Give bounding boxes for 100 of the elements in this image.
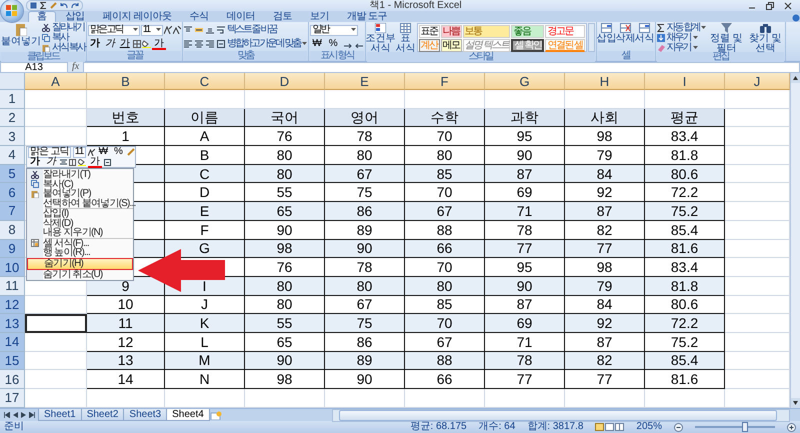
font-style-button[interactable]: 가 (44, 157, 58, 167)
menu-item[interactable]: 행 높이(R)... (27, 248, 133, 258)
table-cell: K (165, 314, 245, 333)
font-style-button[interactable]: 가 (28, 157, 42, 167)
table-cell: 80 (405, 276, 485, 296)
menu-item[interactable]: 선택하여 붙여넣기(S)... (27, 198, 133, 208)
row-header[interactable]: 8 (0, 220, 25, 240)
currency-button[interactable]: ₩ (96, 147, 110, 157)
row-header[interactable]: 1 (0, 90, 25, 109)
table-cell: 76 (245, 127, 325, 146)
column-header[interactable]: B (87, 73, 165, 90)
sort-filter-button[interactable]: 정렬 및 필터 (707, 23, 746, 52)
font-size-field[interactable]: 11 (140, 24, 163, 36)
percent-button[interactable]: % (112, 147, 125, 157)
column-header[interactable]: H (565, 73, 645, 90)
table-cell: 80.6 (645, 164, 725, 184)
ribbon-tab[interactable]: 데이터 (218, 11, 263, 22)
ribbon-tab[interactable]: 검토 (264, 11, 300, 22)
currency-button[interactable]: ₩ (310, 39, 324, 50)
menu-item[interactable]: 숨기기 취소(U) (27, 270, 133, 279)
cell-style[interactable]: 좋음 (511, 25, 544, 38)
header-cell: 평균 (645, 108, 725, 128)
row-header[interactable]: 3 (0, 127, 25, 146)
name-box[interactable]: A13 (0, 62, 68, 72)
font-style-button[interactable]: 가 (118, 39, 132, 49)
table-cell: 11 (87, 314, 165, 333)
zoom-level[interactable]: 205% (636, 421, 662, 433)
cell-style[interactable]: 설명 텍스트 (462, 39, 510, 52)
row-header[interactable]: 9 (0, 240, 25, 258)
ribbon-tab[interactable]: 수식 (181, 11, 216, 22)
ribbon-command[interactable]: 복사 (42, 33, 85, 43)
row-header[interactable]: 17 (0, 389, 25, 408)
wrap-text-button[interactable]: 텍스트 줄 바꿈 (216, 25, 276, 35)
ribbon-command[interactable]: 삭제 (616, 23, 635, 51)
table-cell: 77 (485, 370, 565, 389)
cell-style[interactable]: 메모 (440, 39, 462, 52)
menu-item[interactable]: 셀 서식(F)... (27, 238, 133, 248)
menu-item[interactable]: 삭제(D) (27, 218, 133, 228)
status-average: 평균: 68.175 (410, 421, 467, 433)
merge-center-button[interactable]: 병합하고 가운데 맞춤 (216, 39, 308, 49)
column-header[interactable]: G (485, 73, 565, 90)
ribbon-tab[interactable]: 개발 도구 (338, 11, 396, 22)
table-cell: 98 (565, 127, 645, 146)
row-header[interactable]: 13 (0, 314, 25, 333)
percent-button[interactable]: % (326, 39, 340, 50)
column-header[interactable]: D (245, 73, 325, 90)
font-name-field[interactable]: 맑은 고딕 (28, 146, 71, 158)
row-header[interactable]: 2 (0, 108, 25, 128)
ribbon-tab[interactable]: 삽입 (58, 11, 92, 22)
menu-item[interactable]: 복사(C) (27, 180, 133, 189)
sheet-tab[interactable]: Sheet3 (123, 409, 168, 421)
row-header[interactable]: 14 (0, 332, 25, 352)
row-header[interactable]: 4 (0, 146, 25, 165)
ribbon-command[interactable]: 채우기 (656, 33, 706, 43)
row-header[interactable]: 7 (0, 202, 25, 221)
row-header[interactable]: 6 (0, 183, 25, 202)
sheet-tab[interactable]: Sheet1 (38, 409, 82, 421)
column-header[interactable]: I (645, 73, 725, 90)
row-header[interactable]: 12 (0, 296, 25, 314)
table-cell: 80 (245, 276, 325, 296)
row-header[interactable]: 16 (0, 370, 25, 389)
row-header[interactable]: 15 (0, 352, 25, 370)
conditional-format-button[interactable]: 조건부 서식 (366, 23, 395, 52)
cell-style[interactable]: 경고문 (545, 25, 585, 38)
menu-item[interactable]: 숨기기(H) (27, 258, 133, 270)
sheet-tab[interactable]: Sheet2 (80, 409, 124, 421)
row-header[interactable]: 10 (0, 258, 25, 277)
table-cell: 70 (405, 127, 485, 146)
paste-button[interactable]: 붙여넣기 (1, 23, 41, 52)
ribbon-command[interactable]: 삽입 (598, 23, 616, 51)
menu-item[interactable]: 삽입(I) (27, 209, 133, 218)
ribbon-command[interactable]: 잘라내기 (42, 23, 85, 33)
font-style-button[interactable]: 가 (88, 39, 102, 49)
function-label[interactable]: fx (72, 62, 80, 72)
table-cell: 77 (565, 370, 645, 389)
number-format-field[interactable]: 일반 (310, 24, 358, 36)
ribbon-command[interactable]: 서식 (636, 23, 654, 51)
font-name-field[interactable]: 맑은 고딕 (88, 24, 140, 36)
find-select-button[interactable]: 찾기 및 선택 (746, 23, 784, 52)
ribbon-command[interactable]: 자동 합계 (656, 23, 706, 33)
column-header[interactable]: A (25, 73, 87, 90)
ribbon-tab[interactable]: 홈 (28, 11, 56, 22)
column-header[interactable]: J (725, 73, 790, 90)
column-header[interactable]: F (405, 73, 485, 90)
row-header[interactable]: 11 (0, 276, 25, 296)
font-style-button[interactable]: 가 (102, 39, 117, 49)
menu-item[interactable]: 잘라내기(T) (27, 170, 133, 180)
ribbon-tab[interactable]: 페이지 레이아웃 (94, 11, 180, 22)
row-header[interactable]: 5 (0, 164, 25, 184)
ribbon-command[interactable]: 지우기 (656, 43, 706, 53)
column-header[interactable]: C (165, 73, 245, 90)
ribbon-tab[interactable]: 보기 (302, 11, 337, 22)
cell-style[interactable]: 보통 (462, 25, 510, 38)
menu-item[interactable]: 붙여넣기(P) (27, 189, 133, 198)
column-header[interactable]: E (325, 73, 405, 90)
menu-item[interactable]: 내용 지우기(N) (27, 228, 133, 238)
group-label: 표시 형식 (310, 51, 364, 61)
cell-style[interactable]: 표준 (418, 25, 440, 38)
table-format-button[interactable]: 표 서식 (396, 23, 416, 52)
cell-style[interactable]: 나쁨 (440, 25, 462, 38)
